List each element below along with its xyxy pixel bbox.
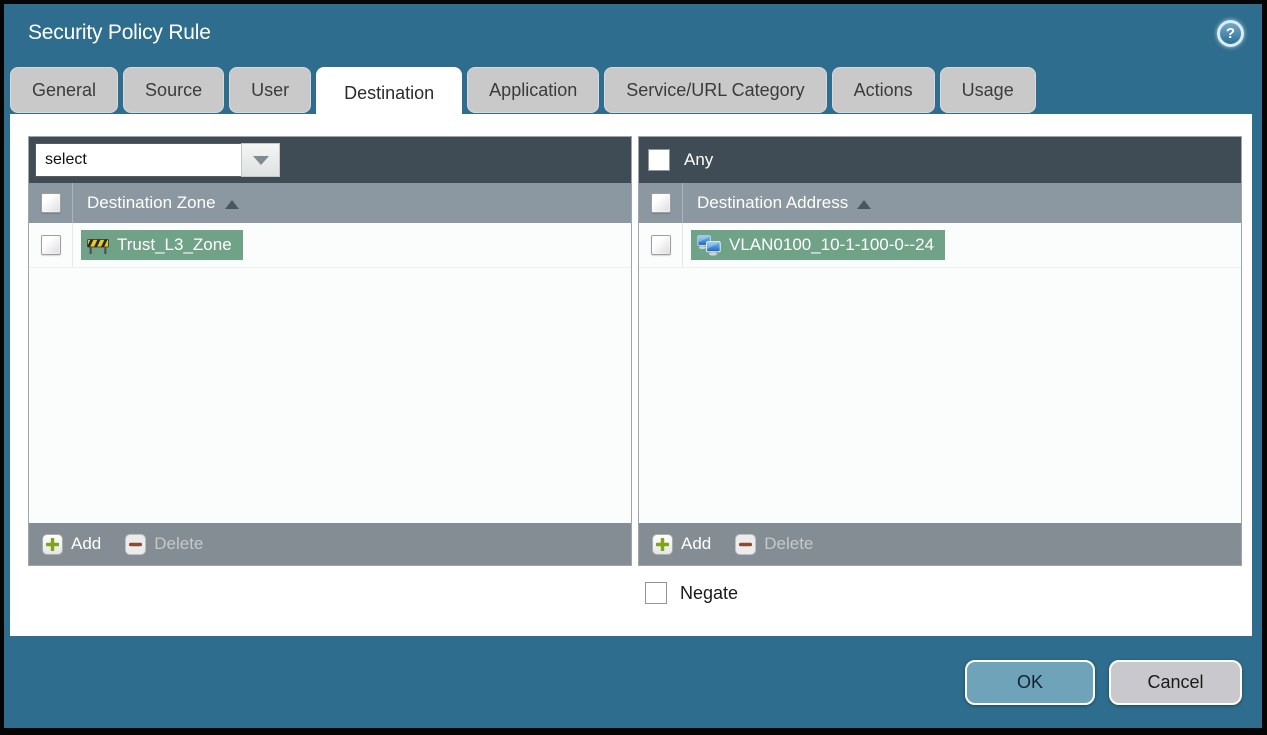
add-icon <box>652 533 673 555</box>
zone-select-all-checkbox[interactable] <box>40 193 61 213</box>
zone-row-checkbox-cell <box>29 223 73 267</box>
security-policy-rule-dialog: Security Policy Rule ? General Source Us… <box>4 4 1262 728</box>
cancel-button[interactable]: Cancel <box>1109 659 1242 705</box>
tab-actions[interactable]: Actions <box>831 67 935 113</box>
address-rows: VLAN0100_10-1-100-0--24 <box>639 223 1241 523</box>
zone-column-header-label: Destination Zone <box>87 193 216 212</box>
zone-rows: Trust_L3_Zone <box>29 223 631 523</box>
help-icon[interactable]: ? <box>1217 19 1244 47</box>
any-label: Any <box>684 150 714 169</box>
ok-button[interactable]: OK <box>965 659 1095 705</box>
destination-address-panel: Any Destination Address VLAN0100_10-1-10… <box>638 136 1242 566</box>
sort-ascending-icon <box>224 199 239 209</box>
negate-checkbox-group: Negate <box>645 582 1252 604</box>
tab-strip: General Source User Destination Applicat… <box>4 62 1262 120</box>
address-delete-label: Delete <box>764 534 814 553</box>
zone-row-checkbox[interactable] <box>40 235 61 255</box>
any-checkbox[interactable] <box>648 149 670 171</box>
destination-tab-content: Destination Zone <box>10 114 1252 636</box>
dialog-titlebar: Security Policy Rule ? <box>4 4 1262 62</box>
zone-value-label: Trust_L3_Zone <box>117 235 232 254</box>
table-row: VLAN0100_10-1-100-0--24 <box>639 223 1241 268</box>
address-value-chip[interactable]: VLAN0100_10-1-100-0--24 <box>691 230 946 260</box>
address-column-header-row: Destination Address <box>639 183 1241 223</box>
zone-icon <box>87 238 109 254</box>
chevron-down-icon <box>252 155 269 165</box>
any-checkbox-group: Any <box>645 149 713 171</box>
address-delete-button[interactable]: Delete <box>735 533 814 555</box>
tab-service-url-category[interactable]: Service/URL Category <box>604 67 827 113</box>
zone-add-button[interactable]: Add <box>42 533 102 555</box>
destination-zone-panel: Destination Zone <box>28 136 632 566</box>
zone-column-header-row: Destination Zone <box>29 183 631 223</box>
dialog-title: Security Policy Rule <box>28 21 211 44</box>
zone-delete-button[interactable]: Delete <box>125 533 204 555</box>
zone-delete-label: Delete <box>154 534 204 553</box>
zone-column-header[interactable]: Destination Zone <box>87 193 239 213</box>
zone-filter-toolbar <box>29 137 631 183</box>
add-icon <box>42 533 63 555</box>
address-column-header[interactable]: Destination Address <box>697 193 872 213</box>
zone-panel-footer: Add Delete <box>29 523 631 565</box>
zone-filter-dropdown-button[interactable] <box>241 143 280 177</box>
tab-destination[interactable]: Destination <box>316 67 463 120</box>
negate-checkbox[interactable] <box>645 582 667 604</box>
address-add-button[interactable]: Add <box>652 533 712 555</box>
delete-icon <box>735 533 757 555</box>
address-value-label: VLAN0100_10-1-100-0--24 <box>729 235 935 254</box>
zone-add-label: Add <box>71 534 102 553</box>
table-row: Trust_L3_Zone <box>29 223 631 268</box>
address-column-header-label: Destination Address <box>697 193 849 212</box>
address-row-checkbox-cell <box>639 223 683 267</box>
zone-header-checkbox-cell <box>29 183 73 223</box>
tab-source[interactable]: Source <box>123 67 225 113</box>
address-any-toolbar: Any <box>639 137 1241 183</box>
address-header-checkbox-cell <box>639 183 683 223</box>
delete-icon <box>125 533 147 555</box>
zone-filter-input[interactable] <box>35 143 241 177</box>
tab-usage[interactable]: Usage <box>939 67 1036 113</box>
address-select-all-checkbox[interactable] <box>650 193 671 213</box>
address-panel-footer: Add Delete <box>639 523 1241 565</box>
address-row-checkbox[interactable] <box>650 235 671 255</box>
sort-ascending-icon <box>857 199 872 209</box>
address-icon <box>697 234 721 256</box>
zone-filter-combobox <box>35 143 280 177</box>
negate-label: Negate <box>680 582 739 603</box>
tab-user[interactable]: User <box>229 67 312 113</box>
panels-container: Destination Zone <box>10 114 1252 566</box>
tab-general[interactable]: General <box>10 67 119 113</box>
help-glyph: ? <box>1225 24 1236 42</box>
tab-application[interactable]: Application <box>467 67 600 113</box>
address-add-label: Add <box>681 534 712 553</box>
zone-value-chip[interactable]: Trust_L3_Zone <box>81 230 243 260</box>
dialog-footer: OK Cancel <box>4 636 1262 728</box>
